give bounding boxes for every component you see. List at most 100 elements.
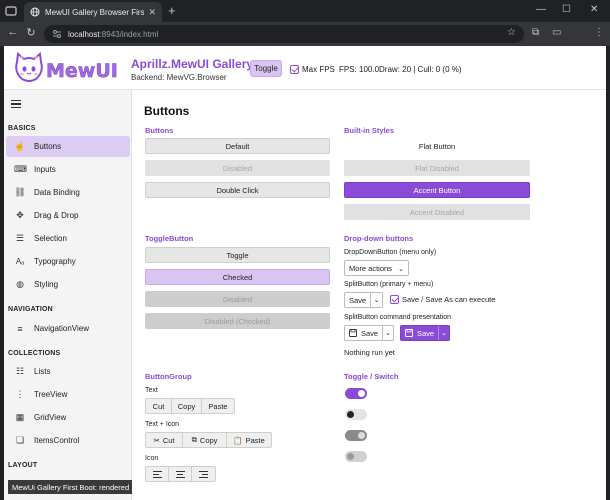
logo-text: MewUI: [46, 60, 118, 82]
save-split-main[interactable]: Save: [345, 293, 372, 307]
sidebar-item-label: Lists: [34, 367, 51, 376]
align-center-button[interactable]: [169, 467, 192, 481]
sidebar-item-lists[interactable]: ☷ Lists: [4, 361, 130, 382]
sidebar-item-label: Data Binding: [34, 188, 80, 197]
browser-menu-icon[interactable]: ⋮: [594, 27, 604, 38]
close-tab-icon[interactable]: ✕: [148, 7, 156, 18]
list-icon: ☷: [15, 366, 25, 376]
section-builtin-title: Built-in Styles: [344, 126, 395, 135]
url-input[interactable]: localhost:8943/index.html: [44, 25, 524, 43]
close-window-button[interactable]: ✕: [590, 4, 598, 16]
dropdown-label: DropDownButton (menu only): [344, 249, 437, 256]
chevron-down-icon[interactable]: ⌄: [371, 296, 382, 304]
chevron-down-icon[interactable]: ⌄: [383, 329, 393, 337]
sidebar-item-selection[interactable]: ☰ Selection: [4, 228, 130, 249]
draw-stats: Draw: 20 | Cull: 0 (0 %): [379, 65, 462, 74]
maximize-button[interactable]: ☐: [562, 4, 571, 16]
tab-search-icon[interactable]: [5, 6, 17, 16]
sidebar-item-buttons[interactable]: ☝ Buttons: [6, 136, 130, 157]
sidebar-item-gridview[interactable]: ▦ GridView: [4, 407, 130, 428]
sidebar-panel-icon[interactable]: ▭: [552, 27, 561, 38]
globe-icon: [30, 7, 40, 17]
browser-tab-bar: MewUI Gallery Browser First Boot ✕ + — ☐…: [0, 0, 610, 22]
sidebar-item-label: Buttons: [34, 142, 62, 151]
save-as-checkbox[interactable]: [390, 295, 399, 304]
align-left-button[interactable]: [146, 467, 169, 481]
section-buttongroup-title: ButtonGroup: [145, 372, 192, 381]
sidebar-item-label: ItemsControl: [34, 436, 80, 445]
max-fps-checkbox[interactable]: [290, 65, 299, 74]
reload-button[interactable]: ↻: [22, 26, 40, 39]
sidebar-item-label: Drag & Drop: [34, 211, 79, 220]
sidebar-item-inputs[interactable]: ⌨ Inputs: [4, 159, 130, 180]
splitbutton-label: SplitButton (primary + menu): [344, 281, 434, 288]
hand-pointer-icon: ☝: [14, 141, 26, 151]
accent-button[interactable]: Accent Button: [344, 182, 530, 198]
scissors-icon: ✂: [153, 435, 160, 445]
save-accent-split-main[interactable]: Save: [401, 326, 440, 340]
section-togglebutton-title: ToggleButton: [145, 234, 194, 243]
save-icon-split-main[interactable]: Save: [345, 326, 384, 340]
sidebar-item-treeview[interactable]: ⋮ TreeView: [4, 384, 130, 405]
browser-tab[interactable]: MewUI Gallery Browser First Boot ✕: [24, 2, 162, 22]
tab-title: MewUI Gallery Browser First Boot: [45, 7, 145, 17]
checked-toggle-button[interactable]: Checked: [145, 269, 330, 285]
toggle-button[interactable]: Toggle: [145, 247, 330, 263]
page-title: Buttons: [144, 104, 190, 118]
max-fps-label: Max FPS: [302, 65, 335, 74]
align-right-button[interactable]: [192, 467, 215, 481]
paste-button[interactable]: Paste: [202, 399, 234, 413]
disabled-toggle-button: Disabled: [145, 291, 330, 307]
backend-label: Backend: MewVG.Browser: [131, 73, 227, 82]
mewui-logo: MewUI: [15, 52, 118, 82]
sidebar-item-label: GridView: [34, 413, 67, 422]
double-click-button[interactable]: Double Click: [145, 182, 330, 198]
back-button[interactable]: ←: [4, 26, 22, 38]
sidebar-item-navigationview[interactable]: ≡ NavigationView: [4, 318, 130, 339]
sidebar-item-styling[interactable]: ◍ Styling: [4, 274, 130, 295]
more-actions-label: More actions: [349, 263, 392, 273]
cut-icon-button[interactable]: ✂ Cut: [146, 433, 183, 447]
bookmark-star-icon[interactable]: ☆: [507, 27, 516, 38]
nothing-run-status: Nothing run yet: [344, 348, 395, 357]
flat-button[interactable]: Flat Button: [344, 138, 530, 154]
cut-button[interactable]: Cut: [146, 399, 172, 413]
switch-on[interactable]: [345, 388, 367, 399]
save-split-button[interactable]: Save ⌄: [344, 292, 383, 308]
paste-label: Paste: [245, 435, 265, 445]
main-content: Buttons Buttons Default Disabled Double …: [134, 90, 606, 500]
save-label: Save: [417, 328, 435, 338]
copy-icon-button[interactable]: ⧉ Copy: [183, 433, 227, 447]
url-path: :8943/index.html: [99, 29, 159, 39]
default-button[interactable]: Default: [145, 138, 330, 154]
hamburger-menu-icon[interactable]: [11, 100, 21, 108]
move-icon: ✥: [16, 210, 24, 220]
header-toggle-button[interactable]: Toggle: [250, 60, 282, 77]
save-icon-split-button[interactable]: Save ⌄: [344, 325, 394, 341]
sidebar-item-drag-drop[interactable]: ✥ Drag & Drop: [4, 205, 130, 226]
align-left-icon: [152, 470, 162, 478]
text-group-label: Text: [145, 387, 158, 394]
chevron-down-icon[interactable]: ⌄: [439, 329, 449, 337]
copy-button[interactable]: Copy: [172, 399, 202, 413]
floppy-disk-icon: [349, 329, 357, 337]
paste-icon-button[interactable]: 📋 Paste: [227, 433, 271, 447]
site-info-icon[interactable]: [52, 29, 62, 39]
palette-icon: ◍: [16, 279, 24, 289]
more-actions-dropdown[interactable]: More actions ⌄: [344, 260, 409, 276]
extensions-icon[interactable]: ⧉: [532, 27, 539, 38]
section-navigation: NAVIGATION: [8, 306, 53, 313]
cut-label: Cut: [162, 435, 175, 445]
sidebar-item-label: Selection: [34, 234, 67, 243]
sidebar-item-data-binding[interactable]: ⛓ Data Binding: [4, 182, 130, 203]
new-tab-button[interactable]: +: [168, 3, 176, 19]
align-right-icon: [199, 470, 208, 478]
text-button-group: Cut Copy Paste: [145, 398, 235, 414]
sidebar-item-typography[interactable]: Aₐ Typography: [4, 251, 130, 272]
switch-off[interactable]: [345, 409, 367, 420]
minimize-button[interactable]: —: [536, 4, 546, 16]
sidebar: BASICS ☝ Buttons ⌨ Inputs ⛓ Data Binding ✥ D…: [4, 90, 132, 500]
save-accent-split-button[interactable]: Save ⌄: [400, 325, 450, 341]
sidebar-item-itemscontrol[interactable]: ❏ ItemsControl: [4, 430, 130, 451]
icon-group-label: Icon: [145, 455, 159, 462]
